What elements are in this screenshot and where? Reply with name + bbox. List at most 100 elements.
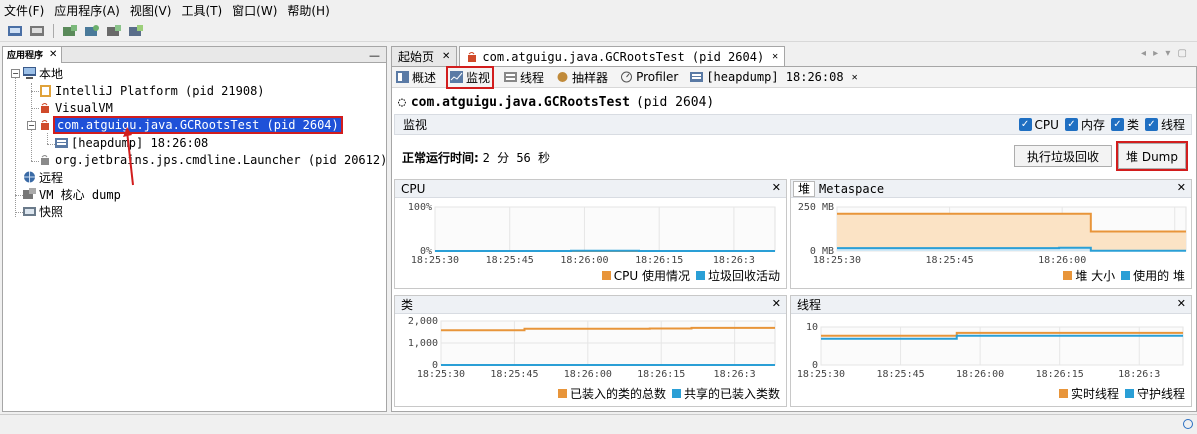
x-tick-label: 18:26:00 — [1038, 255, 1086, 266]
legend-label: 守护线程 — [1136, 387, 1185, 401]
start-page-tab[interactable]: 起始页 ✕ — [391, 46, 458, 66]
classes-chart: 2,0001,000018:25:30 18:25:45 18:26:00 18:26… — [408, 316, 776, 380]
tab-profiler[interactable]: Profiler — [620, 70, 678, 84]
close-icon[interactable]: ✕ — [772, 297, 781, 310]
add-core-dump-icon[interactable] — [105, 23, 123, 39]
menu-application[interactable]: 应用程序(A) — [54, 2, 120, 19]
monitor-checkboxes: ✓ CPU ✓ 内存 ✓ 类 ✓ 线程 — [1013, 116, 1191, 133]
applications-panel: 应用程序 ✕ — − 本地 IntelliJ Platform (pid 219… — [2, 46, 387, 412]
tree-node-label-selected: com.atguigu.java.GCRootsTest (pid 2604) — [53, 116, 343, 134]
tree-node-visualvm[interactable]: VisualVM — [39, 100, 113, 116]
close-icon[interactable]: ✕ — [49, 49, 57, 60]
tab-monitor[interactable]: 监视 — [446, 65, 495, 89]
checkbox-checked-icon: ✓ — [1018, 118, 1032, 131]
monitor-icon — [450, 71, 464, 83]
uptime-value: 2 分 56 秒 — [482, 151, 550, 165]
close-icon[interactable]: ✕ — [852, 72, 858, 83]
checkbox-checked-icon: ✓ — [1064, 118, 1078, 131]
close-icon[interactable]: ✕ — [442, 51, 450, 62]
tree-node-local[interactable]: 本地 — [23, 65, 63, 81]
app-pid: (pid 2604) — [635, 95, 715, 110]
cpu-legend: CPU 使用情况 垃圾回收活动 — [596, 267, 780, 284]
y-tick-label: 1,000 — [408, 338, 438, 349]
status-indicator-icon — [1183, 419, 1193, 429]
heap-dump-button[interactable]: 堆 Dump — [1116, 141, 1188, 171]
heapdump-icon — [690, 71, 704, 83]
legend-label: 堆 大小 — [1075, 269, 1116, 283]
menu-tools[interactable]: 工具(T) — [181, 2, 222, 19]
close-icon[interactable]: ✕ — [772, 51, 778, 62]
classes-panel: 类 ✕ 2,000 1,000 0 18:25:30 18:25:45 18:26:00 1… — [394, 295, 787, 407]
checkbox-memory[interactable]: ✓ 内存 — [1064, 116, 1105, 133]
status-bar — [0, 414, 1197, 434]
tab-metaspace[interactable]: Metaspace — [819, 182, 884, 196]
x-tick-label: 18:25:30 — [813, 255, 861, 266]
collapse-toggle[interactable]: − — [11, 69, 20, 78]
add-jmx-icon[interactable] — [61, 23, 79, 39]
checkbox-cpu[interactable]: ✓ CPU — [1018, 116, 1059, 133]
uptime-label: 正常运行时间: — [402, 151, 479, 165]
panel-title: 线程 — [797, 298, 822, 312]
tab-overview[interactable]: 概述 — [396, 69, 436, 86]
tab-sampler[interactable]: 抽样器 — [556, 69, 608, 86]
tree-line — [31, 108, 39, 109]
tree-node-label: 快照 — [39, 204, 64, 219]
checkbox-label: 类 — [1126, 118, 1139, 132]
app-tab[interactable]: com.atguigu.java.GCRootsTest (pid 2604) … — [459, 46, 786, 66]
java-icon — [39, 154, 52, 166]
loading-icon: ◌ — [398, 95, 406, 110]
tree-node-intellij[interactable]: IntelliJ Platform (pid 21908) — [39, 83, 265, 99]
tab-threads[interactable]: 线程 — [504, 69, 544, 86]
open-icon[interactable] — [6, 23, 24, 39]
x-tick-label: 18:26:15 — [635, 255, 683, 266]
save-icon[interactable] — [28, 23, 46, 39]
x-tick-label: 18:26:00 — [560, 255, 608, 266]
close-icon[interactable]: ✕ — [772, 181, 781, 194]
tab-label: [heapdump] 18:26:08 — [706, 70, 844, 84]
threads-chart: 10018:25:30 18:25:45 18:26:00 18:26:15 18:26… — [797, 322, 1184, 380]
computer-icon — [23, 67, 36, 79]
menu-help[interactable]: 帮助(H) — [287, 2, 329, 19]
tree-node-snapshot[interactable]: 快照 — [23, 203, 63, 219]
legend-swatch — [601, 271, 611, 280]
x-tick-label: 18:25:30 — [411, 255, 459, 266]
app-name: com.atguigu.java.GCRootsTest — [410, 95, 630, 110]
checkbox-classes[interactable]: ✓ 类 — [1110, 116, 1139, 133]
checkbox-checked-icon: ✓ — [1144, 118, 1158, 131]
panel-title: 类 — [401, 298, 414, 312]
collapse-toggle[interactable]: − — [27, 121, 36, 130]
add-snapshot-icon[interactable] — [127, 23, 145, 39]
applications-tab[interactable]: 应用程序 ✕ — [3, 46, 63, 63]
tab-heapdump[interactable]: [heapdump] 18:26:08 ✕ — [690, 70, 858, 84]
menu-window[interactable]: 窗口(W) — [232, 2, 277, 19]
overview-icon — [396, 71, 409, 83]
tab-navigation-icon[interactable]: ◂ ▸ ▾ ▢ — [1141, 48, 1189, 59]
legend-swatch — [557, 389, 567, 398]
tree-line — [47, 144, 55, 145]
legend-label: 使用的 堆 — [1133, 269, 1185, 283]
add-remote-host-icon[interactable] — [83, 23, 101, 39]
java-icon — [39, 119, 52, 131]
tree-node-launcher[interactable]: org.jetbrains.jps.cmdline.Launcher (pid … — [39, 152, 387, 168]
checkbox-threads[interactable]: ✓ 线程 — [1144, 116, 1185, 133]
x-tick-label: 18:25:30 — [797, 369, 845, 380]
x-tick-label: 18:26:15 — [1036, 369, 1084, 380]
tree-node-coredump[interactable]: VM 核心 dump — [23, 186, 121, 202]
tree-node-remote[interactable]: 远程 — [23, 169, 63, 185]
tree-node-gcroots[interactable]: com.atguigu.java.GCRootsTest (pid 2604) — [39, 116, 343, 134]
menu-file[interactable]: 文件(F) — [4, 2, 44, 19]
core-dump-icon — [23, 188, 36, 200]
application-view: 概述 监视 线程 抽样器 Profiler [heapdump] 18:26:0… — [391, 65, 1197, 412]
menu-view[interactable]: 视图(V) — [130, 2, 172, 19]
minimize-icon[interactable]: — — [369, 49, 380, 62]
perform-gc-button[interactable]: 执行垃圾回收 — [1014, 145, 1112, 167]
tab-heap[interactable]: 堆 — [793, 180, 816, 197]
profiler-icon — [620, 71, 633, 83]
tab-label: 抽样器 — [572, 70, 609, 85]
legend-label: 共享的已装入类数 — [683, 387, 780, 401]
intellij-icon — [39, 85, 52, 97]
checkbox-label: 线程 — [1160, 118, 1185, 132]
y-tick-label: 100% — [408, 202, 432, 213]
close-icon[interactable]: ✕ — [1177, 181, 1186, 194]
close-icon[interactable]: ✕ — [1177, 297, 1186, 310]
